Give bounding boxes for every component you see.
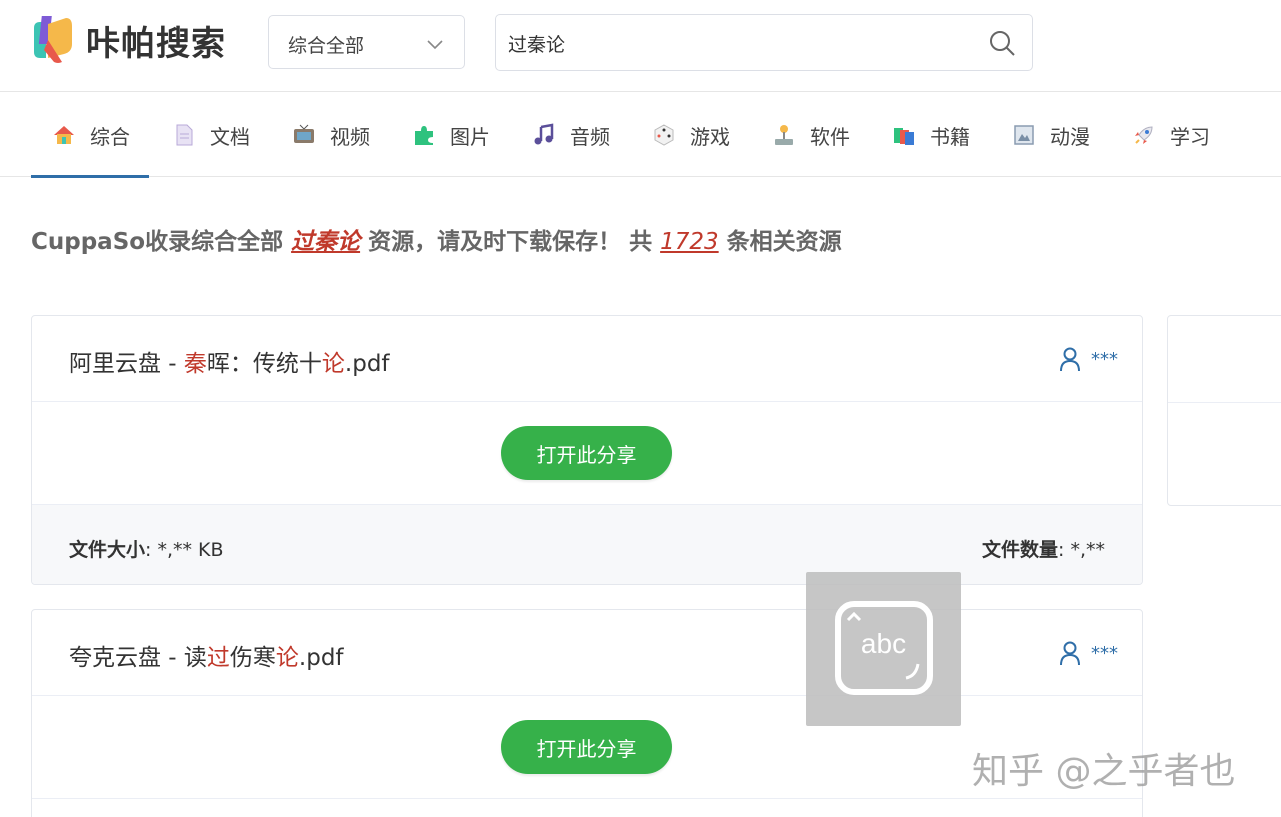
category-select-value: 综合全部 — [288, 35, 365, 57]
tab-label: 学习 — [1170, 124, 1210, 149]
tab-audio[interactable]: 音频 — [532, 93, 610, 177]
file-size-value: : *,** KB — [145, 539, 224, 561]
result-card-header: 阿里云盘 - 秦晖：传统十论.pdf *** — [32, 316, 1142, 402]
title-highlight: 论 — [321, 351, 345, 377]
logo-text[interactable]: 咔帕搜索 — [86, 16, 226, 65]
user-icon — [1060, 347, 1080, 372]
user-icon — [1060, 641, 1080, 666]
file-count: 文件数量: *,** — [982, 535, 1105, 562]
title-part: 伤寒 — [229, 645, 276, 671]
title-highlight: 论 — [275, 645, 299, 671]
logo-icon[interactable] — [30, 14, 74, 64]
tab-label: 综合 — [90, 124, 130, 149]
rocket-icon — [1135, 126, 1153, 144]
result-card-header: 夸克云盘 - 读过伤寒论.pdf *** — [32, 610, 1142, 696]
side-panel-card — [1167, 315, 1281, 506]
search-icon[interactable] — [988, 29, 1016, 57]
puzzle-icon — [415, 126, 433, 145]
file-size: 文件大小: *,** KB — [69, 535, 224, 562]
search-input[interactable] — [508, 24, 968, 62]
title-part: 夸克云盘 - 读 — [69, 645, 207, 671]
header: 咔帕搜索 综合全部 — [0, 0, 1281, 92]
frame-icon — [1014, 125, 1034, 145]
tab-label: 游戏 — [690, 124, 730, 149]
file-count-value: : *,** — [1058, 539, 1105, 561]
summary-count: 1723 — [660, 229, 719, 255]
summary-middle: 资源，请及时下载保存！ 共 — [360, 229, 661, 255]
result-card-footer: 文件大小: *,** KB 文件数量: *,** — [32, 505, 1142, 584]
summary-suffix: 条相关资源 — [718, 229, 842, 255]
tab-software[interactable]: 软件 — [772, 93, 850, 177]
title-part: .pdf — [298, 645, 344, 671]
music-note-icon — [534, 123, 554, 145]
result-title[interactable]: 夸克云盘 - 读过伤寒论.pdf — [69, 638, 344, 672]
ime-indicator: abc — [806, 572, 961, 726]
tab-label: 音频 — [570, 124, 610, 149]
summary-prefix: CuppaSo收录综合全部 — [31, 229, 292, 255]
ime-mode-label: abc — [860, 628, 907, 659]
books-icon — [894, 128, 914, 145]
tab-label: 图片 — [450, 124, 490, 149]
file-size-label: 文件大小 — [69, 539, 146, 561]
user-name: *** — [1091, 348, 1118, 370]
category-nav: 综合 文档 视频 图片 音频 游戏 软件 书籍 动漫 学习 — [0, 93, 1281, 178]
title-highlight: 秦 — [183, 351, 207, 377]
tab-video[interactable]: 视频 — [292, 93, 370, 177]
tab-general[interactable]: 综合 — [31, 93, 149, 178]
watermark: 知乎 @之乎者也 — [972, 751, 1236, 792]
tab-learning[interactable]: 学习 — [1132, 93, 1210, 177]
user-name: *** — [1091, 642, 1118, 664]
tab-label: 软件 — [810, 124, 850, 149]
tab-label: 动漫 — [1050, 124, 1090, 149]
title-part: 阿里云盘 - — [69, 351, 184, 377]
tab-images[interactable]: 图片 — [412, 93, 490, 177]
result-user: *** — [1059, 346, 1118, 372]
open-share-button[interactable]: 打开此分享 — [501, 426, 672, 480]
search-box — [495, 14, 1033, 71]
tab-label: 书籍 — [930, 124, 970, 149]
house-icon — [54, 126, 74, 144]
tab-label: 视频 — [330, 124, 370, 149]
result-title[interactable]: 阿里云盘 - 秦晖：传统十论.pdf — [69, 344, 390, 378]
open-share-button[interactable]: 打开此分享 — [501, 720, 672, 774]
tab-documents[interactable]: 文档 — [172, 93, 250, 177]
category-select[interactable]: 综合全部 — [268, 15, 465, 69]
file-count-label: 文件数量 — [982, 539, 1059, 561]
results-summary: CuppaSo收录综合全部 过秦论 资源，请及时下载保存！ 共 1723 条相关… — [31, 222, 842, 256]
tab-label: 文档 — [210, 124, 250, 149]
title-part: 晖：传统十 — [206, 351, 322, 377]
dice-icon — [654, 124, 674, 146]
result-card: 阿里云盘 - 秦晖：传统十论.pdf *** 打开此分享 文件大小: *,** … — [31, 315, 1143, 585]
title-part: .pdf — [344, 351, 390, 377]
tab-anime[interactable]: 动漫 — [1012, 93, 1090, 177]
tab-games[interactable]: 游戏 — [652, 93, 730, 177]
tv-icon — [294, 124, 314, 143]
joystick-icon — [775, 125, 793, 145]
summary-keyword: 过秦论 — [291, 229, 361, 255]
divider — [1168, 402, 1281, 403]
result-card-body: 打开此分享 — [32, 402, 1142, 505]
result-user: *** — [1059, 640, 1118, 666]
title-highlight: 过 — [206, 645, 230, 671]
chevron-down-icon — [427, 40, 443, 50]
tab-books[interactable]: 书籍 — [892, 93, 970, 177]
document-icon — [176, 124, 193, 146]
